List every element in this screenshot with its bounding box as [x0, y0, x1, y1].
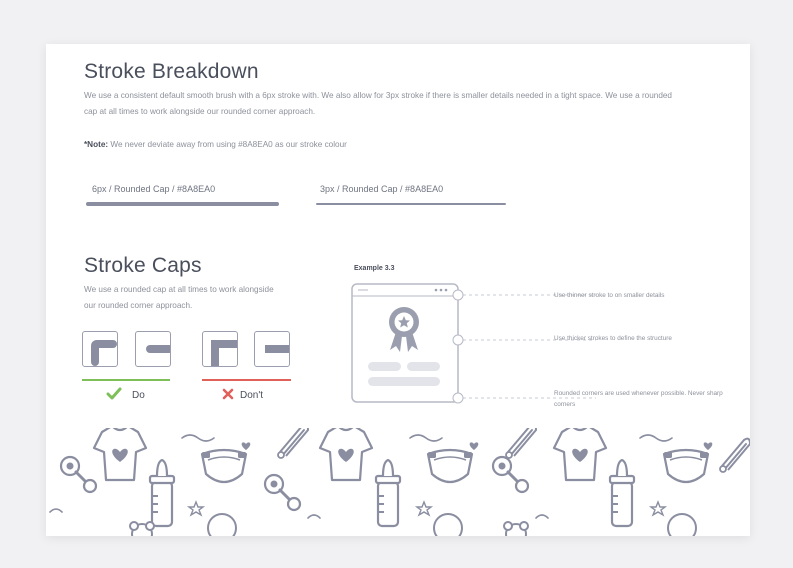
stroke-caps-title: Stroke Caps: [84, 254, 202, 277]
rounded-cap-sample-icon: [146, 345, 173, 353]
callout-marker: [452, 289, 464, 301]
window-dots-icon: [434, 288, 448, 292]
dont-underline: [202, 379, 291, 381]
example-placeholder-pill: [368, 362, 401, 371]
do-underline: [82, 379, 170, 381]
baby-pattern-banner: [46, 428, 750, 536]
callout-thick-stroke: Use thicker strokes to define the struct…: [554, 335, 672, 342]
example-placeholder-bar: [368, 377, 440, 386]
dont-cap-end-tile: [254, 331, 290, 367]
stroke-sample-3px: [316, 203, 506, 205]
do-cap-corner-tile: [82, 331, 118, 367]
stroke-sample-6px: [86, 202, 279, 206]
square-cap-sample-icon: [265, 345, 289, 353]
diaper-icon: [426, 448, 474, 484]
stroke-breakdown-description: We use a consistent default smooth brush…: [84, 91, 672, 116]
diaper-icon: [662, 448, 710, 484]
rounded-corner-sample-icon: [91, 340, 117, 366]
award-badge-icon: [389, 307, 419, 352]
callout-marker: [452, 392, 464, 404]
diaper-icon: [200, 448, 248, 484]
stroke-caps-description: We use a rounded cap at all times to wor…: [84, 285, 274, 310]
dont-cap-corner-tile: [202, 331, 238, 367]
spec-thick-label: 6px / Rounded Cap / #8A8EA0: [92, 184, 216, 194]
sharp-corner-sample-icon: [211, 340, 237, 366]
stroke-guide-card: Stroke Breakdown We use a consistent def…: [46, 44, 750, 536]
callout-rounded-corners: Rounded corners are used whenever possib…: [554, 390, 723, 408]
cross-icon: [222, 388, 234, 400]
dont-label: Don't: [240, 390, 264, 401]
checkmark-icon: [106, 387, 122, 400]
stroke-colour-note: *Note: We never deviate away from using …: [84, 140, 347, 149]
note-label: *Note:: [84, 140, 109, 149]
example-placeholder-pill: [407, 362, 440, 371]
do-cap-end-tile: [135, 331, 173, 367]
example-title: Example 3.3: [354, 265, 395, 272]
callout-thin-stroke: Use thinner stroke to on smaller details: [554, 292, 665, 299]
callout-marker: [452, 334, 464, 346]
spec-thin-label: 3px / Rounded Cap / #8A8EA0: [320, 184, 444, 194]
stroke-breakdown-title: Stroke Breakdown: [84, 60, 259, 83]
do-label: Do: [132, 390, 145, 401]
note-text: We never deviate away from using #8A8EA0…: [108, 140, 347, 149]
